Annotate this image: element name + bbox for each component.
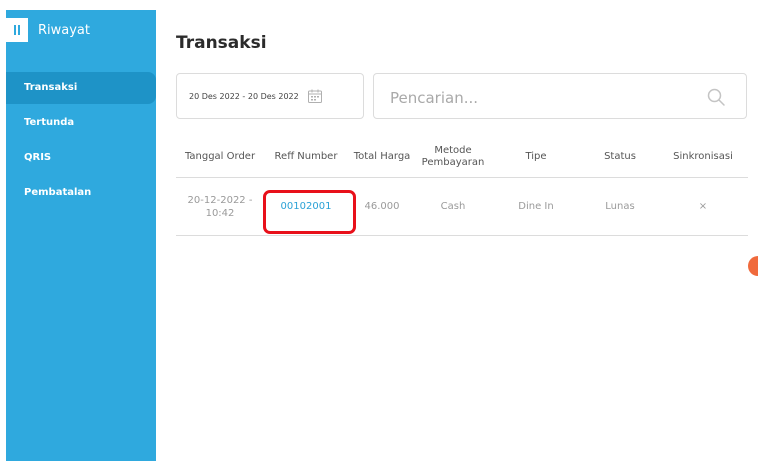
date-range-picker[interactable]: 20 Des 2022 - 20 Des 2022 [176,73,364,119]
sidebar-toggle-icon[interactable] [6,18,28,42]
sidebar-menu: Transaksi Tertunda QRIS Pembatalan [6,72,156,212]
cell-tipe: Dine In [518,201,554,212]
sidebar-item-pembatalan[interactable]: Pembatalan [6,177,156,209]
floating-action-dot[interactable] [748,256,758,276]
cell-tanggal-order: 20-12-2022 - 10:42 [187,194,253,219]
header-metode-pembayaran: Metode Pembayaran [421,145,485,168]
date-range-text: 20 Des 2022 - 20 Des 2022 [189,91,299,101]
table-row[interactable]: 20-12-2022 - 10:42 00102001 46.000 Cash … [176,178,748,236]
cell-reff-number-link[interactable]: 00102001 [264,178,348,235]
table-header: Tanggal Order Reff Number Total Harga Me… [176,137,748,178]
header-reff-number: Reff Number [274,151,338,162]
sidebar: Riwayat Transaksi Tertunda QRIS Pembatal… [6,10,156,461]
sidebar-item-transaksi[interactable]: Transaksi [6,72,156,104]
search-input[interactable] [388,86,692,110]
calendar-icon[interactable] [307,88,323,104]
cell-sinkronisasi: × [698,201,708,212]
cell-total-harga: 46.000 [364,201,400,212]
header-total-harga: Total Harga [353,151,411,162]
sidebar-item-tertunda[interactable]: Tertunda [6,107,156,139]
sidebar-item-qris[interactable]: QRIS [6,142,156,174]
header-status: Status [604,151,636,162]
cell-status: Lunas [605,201,635,212]
sidebar-title: Riwayat [38,23,90,38]
header-tanggal-order: Tanggal Order [184,151,256,162]
header-sinkronisasi: Sinkronisasi [673,151,733,162]
header-tipe: Tipe [525,151,547,162]
search-icon[interactable] [706,87,726,107]
page-title: Transaksi [176,33,267,53]
cell-metode-pembayaran: Cash [440,201,466,212]
sidebar-header: Riwayat [6,10,156,55]
transactions-table: Tanggal Order Reff Number Total Harga Me… [176,137,748,236]
search-box [373,73,747,119]
